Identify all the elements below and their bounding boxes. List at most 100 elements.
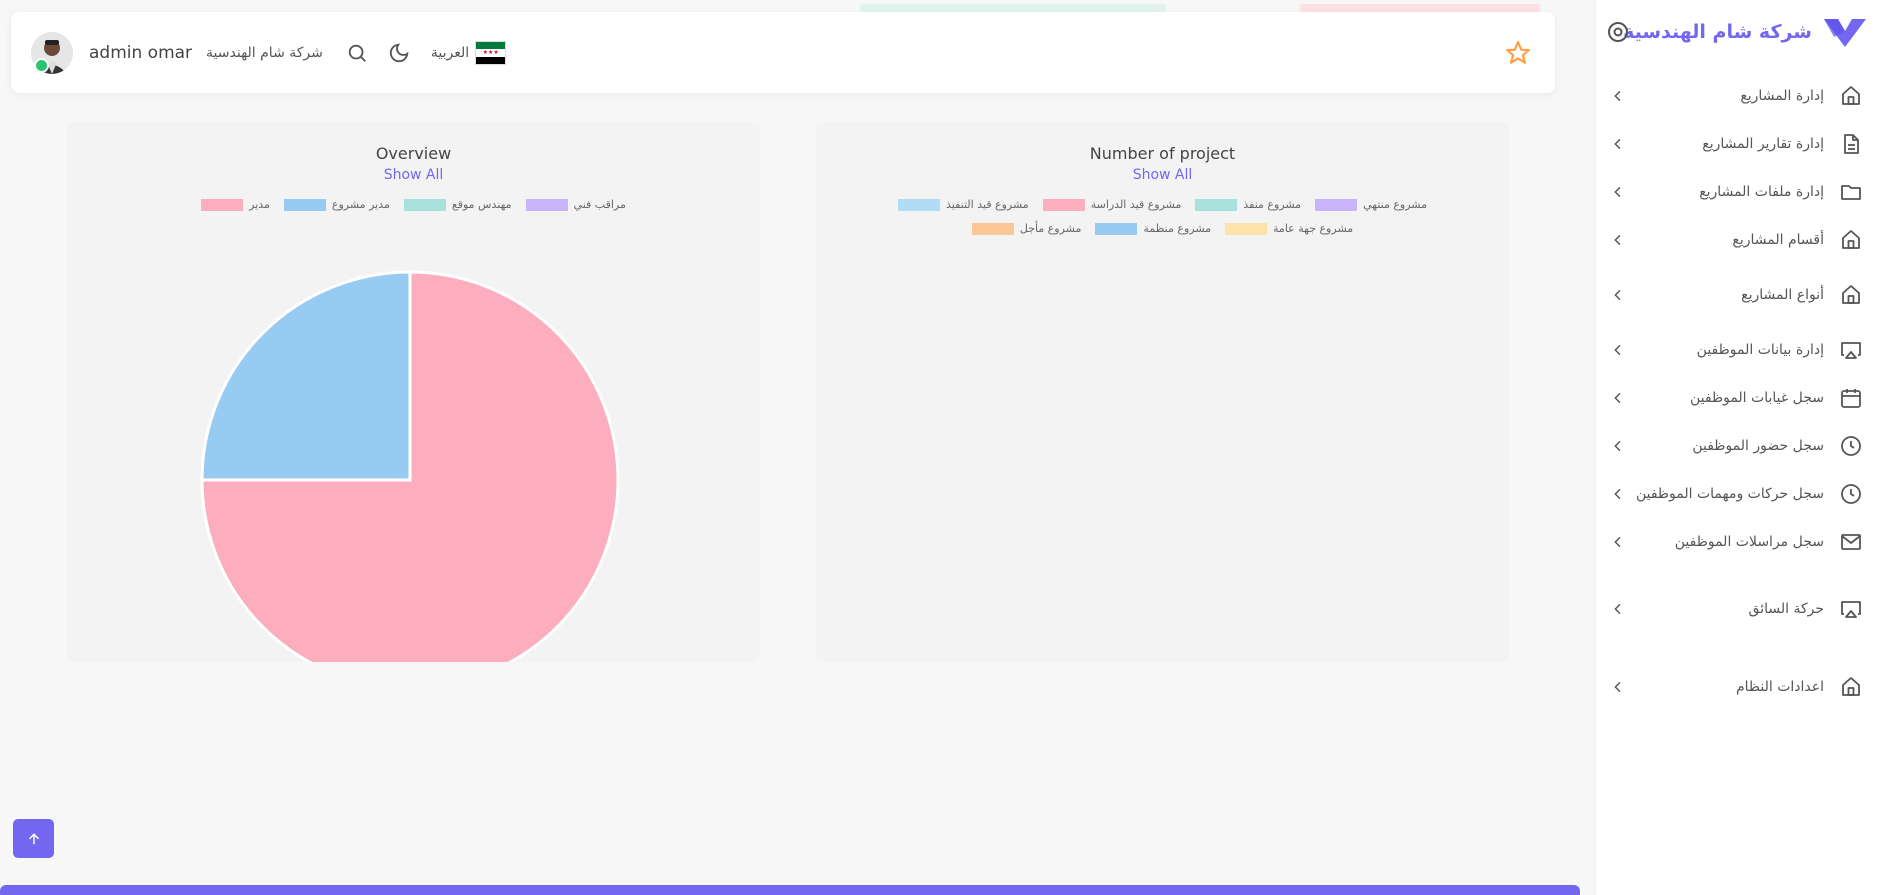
chevron-left-icon [1610, 342, 1626, 358]
chevron-left-icon [1610, 601, 1626, 617]
legend-item[interactable]: مدير [201, 198, 270, 211]
sidebar-item-12[interactable]: اعدادات النظام [1610, 671, 1864, 703]
folder-icon [1838, 179, 1864, 205]
chevron-left-icon [1610, 438, 1626, 454]
legend-label: مشروع مأجل [1019, 222, 1082, 235]
sidebar-item-3[interactable]: إدارة ملفات المشاريع [1610, 176, 1864, 208]
card-title: Overview [375, 144, 452, 163]
online-status-dot [34, 58, 49, 73]
sidebar-item-label: إدارة المشاريع [1740, 88, 1824, 104]
legend-label: مدير مشروع [331, 198, 390, 211]
overview-card: Overview Show All مراقب فني مهندس موقع مدي… [67, 122, 760, 662]
chevron-left-icon [1610, 390, 1626, 406]
sidebar-item-8[interactable]: سجل حضور الموظفين [1610, 430, 1864, 462]
language-selector[interactable]: العربية ★★★ [430, 41, 507, 65]
chevron-left-icon [1610, 287, 1626, 303]
sidebar-item-2[interactable]: إدارة تقارير المشاريع [1610, 128, 1864, 160]
sidebar-item-label: اعدادات النظام [1735, 679, 1824, 695]
sidebar-item-label: سجل مراسلات الموظفين [1674, 534, 1824, 550]
legend-item[interactable]: مشروع قيد التنفيذ [898, 198, 1029, 211]
sidebar-toggle-icon[interactable] [1606, 20, 1630, 44]
overview-pie-chart [200, 270, 620, 662]
sidebar-item-label: سجل غيابات الموظفين [1689, 390, 1824, 406]
sidebar-item-9[interactable]: سجل حركات ومهمات الموظفين [1610, 478, 1864, 510]
home-icon [1838, 674, 1864, 700]
scroll-to-top-button[interactable] [13, 819, 54, 858]
legend-swatch [1042, 198, 1085, 211]
legend-label: مدير [249, 198, 270, 211]
sidebar-item-label: حركة السائق [1748, 601, 1824, 617]
sidebar-item-label: أنواع المشاريع [1741, 287, 1824, 303]
brand: شركة شام الهندسية [1606, 14, 1866, 50]
airplay-icon [1838, 596, 1864, 622]
show-all-link[interactable]: Show All [67, 167, 760, 183]
top-ghost-strip-green [860, 4, 1166, 12]
chevron-left-icon [1610, 232, 1626, 248]
legend-item[interactable]: مشروع منفذ [1195, 198, 1301, 211]
chevron-left-icon [1610, 184, 1626, 200]
avatar[interactable] [31, 32, 73, 74]
brand-name[interactable]: شركة شام الهندسية [1623, 21, 1812, 43]
legend-item[interactable]: مراقب فني [525, 198, 626, 211]
legend-label: مراقب فني [573, 198, 626, 211]
top-navbar: admin omar شركة شام الهندسية العربية ★★★ [11, 12, 1555, 93]
legend-swatch [898, 198, 940, 211]
legend-label: مشروع منظمة [1143, 222, 1212, 235]
home-icon [1838, 282, 1864, 308]
legend-label: مهندس موقع [451, 198, 512, 211]
document-icon [1838, 131, 1864, 157]
sidebar-item-5[interactable]: أنواع المشاريع [1610, 279, 1864, 311]
projects-card: Number of project Show All مشروع منتهي مش… [816, 122, 1509, 662]
legend-swatch [201, 198, 244, 211]
chart-legend: مراقب فني مهندس موقع مدير مشروع مدير [67, 198, 760, 211]
legend-item[interactable]: مشروع منظمة [1095, 222, 1211, 235]
chevron-left-icon [1610, 534, 1626, 550]
star-icon[interactable] [1505, 40, 1531, 66]
sidebar-item-label: إدارة بيانات الموظفين [1696, 342, 1824, 358]
sidebar: شركة شام الهندسية إدارة المشاريع إدارة تق… [1596, 0, 1882, 895]
sidebar-item-label: إدارة تقارير المشاريع [1702, 136, 1824, 152]
search-icon[interactable] [345, 41, 369, 65]
bottom-footer-bar [0, 885, 1580, 895]
home-icon [1838, 227, 1864, 253]
legend-label: مشروع جهة عامة [1273, 222, 1354, 235]
sidebar-item-6[interactable]: إدارة بيانات الموظفين [1610, 334, 1864, 366]
sidebar-item-7[interactable]: سجل غيابات الموظفين [1610, 382, 1864, 414]
legend-item[interactable]: مهندس موقع [403, 198, 512, 211]
clock-icon [1838, 433, 1864, 459]
legend-item[interactable]: مشروع جهة عامة [1225, 222, 1353, 235]
sidebar-item-label: أقسام المشاريع [1732, 232, 1824, 248]
language-label: العربية [430, 45, 470, 61]
company-name: شركة شام الهندسية [206, 45, 323, 61]
user-name[interactable]: admin omar [89, 43, 192, 63]
legend-swatch [525, 198, 568, 211]
legend-item[interactable]: مشروع مأجل [971, 222, 1082, 235]
chart-legend-row-2: مشروع جهة عامة مشروع منظمة مشروع مأجل [816, 222, 1509, 235]
sidebar-item-10[interactable]: سجل مراسلات الموظفين [1610, 526, 1864, 558]
legend-swatch [971, 222, 1014, 235]
legend-swatch [283, 198, 326, 211]
sidebar-item-4[interactable]: أقسام المشاريع [1610, 224, 1864, 256]
calendar-icon [1838, 385, 1864, 411]
chart-legend-row-1: مشروع منتهي مشروع منفذ مشروع قيد الدراسة مش… [816, 198, 1509, 211]
sidebar-item-label: إدارة ملفات المشاريع [1699, 184, 1824, 200]
legend-item[interactable]: مشروع قيد الدراسة [1042, 198, 1181, 211]
chevron-left-icon [1610, 136, 1626, 152]
clock-icon [1838, 481, 1864, 507]
legend-label: مشروع منتهي [1363, 198, 1427, 211]
moon-icon[interactable] [387, 41, 411, 65]
sidebar-item-11[interactable]: حركة السائق [1610, 593, 1864, 625]
legend-item[interactable]: مشروع منتهي [1315, 198, 1427, 211]
brand-logo-icon[interactable] [1824, 17, 1866, 47]
show-all-link[interactable]: Show All [816, 167, 1509, 183]
chevron-left-icon [1610, 679, 1626, 695]
flag-icon: ★★★ [475, 41, 507, 65]
legend-swatch [1095, 222, 1138, 235]
legend-swatch [1225, 222, 1268, 235]
card-title: Number of project [1089, 144, 1236, 163]
sidebar-item-1[interactable]: إدارة المشاريع [1610, 80, 1864, 112]
airplay-icon [1838, 337, 1864, 363]
pie-slice-1[interactable] [200, 270, 412, 482]
legend-item[interactable]: مدير مشروع [283, 198, 390, 211]
sidebar-item-label: سجل حضور الموظفين [1692, 438, 1824, 454]
